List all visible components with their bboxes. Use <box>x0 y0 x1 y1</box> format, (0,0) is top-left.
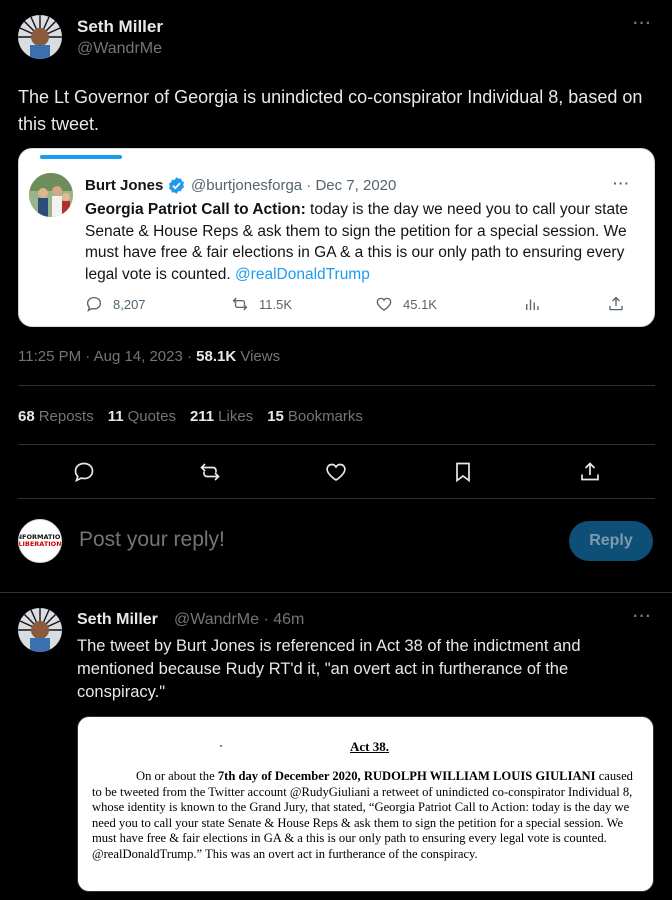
reposts-stat[interactable]: 68 Reposts <box>18 408 94 425</box>
tweet-timestamp[interactable]: 11:25 PM · Aug 14, 2023 · 58.1K Views <box>18 348 280 365</box>
mention-link[interactable]: @realDonaldTrump <box>235 266 370 283</box>
reply-author-avatar[interactable] <box>18 608 62 652</box>
reply-icon <box>74 462 94 483</box>
quoted-author-name[interactable]: Burt Jones <box>85 177 163 194</box>
quotes-label: Quotes <box>127 408 176 425</box>
media-progress-bar <box>40 155 122 159</box>
quoted-like-count: 45.1K <box>403 296 437 312</box>
bookmark-button[interactable] <box>451 460 475 484</box>
heart-icon <box>376 297 392 311</box>
doc-bold-text: 7th day of December 2020, RUDOLPH WILLIA… <box>217 769 596 783</box>
divider <box>18 498 655 499</box>
retweet-icon <box>200 463 220 481</box>
author-name[interactable]: Seth Miller <box>77 17 163 37</box>
quoted-tweet-text: Georgia Patriot Call to Action: today is… <box>85 199 630 285</box>
author-avatar[interactable] <box>18 15 62 59</box>
tweet-text: The Lt Governor of Georgia is unindicted… <box>18 87 643 134</box>
divider <box>18 385 655 386</box>
bookmarks-label: Bookmarks <box>287 408 363 425</box>
information-liberation-logo: INFORMATIONLIBERATION <box>18 534 62 548</box>
quoted-views-action[interactable] <box>523 295 541 313</box>
divider <box>18 444 655 445</box>
divider <box>0 592 672 593</box>
likes-count: 211 <box>189 408 215 425</box>
verified-badge-icon <box>168 177 185 194</box>
quoted-author-handle-date[interactable]: @burtjonesforga · Dec 7, 2020 <box>191 177 396 194</box>
doc-body: On or about the 7th day of December 2020… <box>92 769 644 863</box>
logo-line2: LIBERATION <box>18 540 62 548</box>
quotes-count: 11 <box>107 408 124 425</box>
quoted-more-options-icon[interactable]: ··· <box>613 175 630 191</box>
current-user-avatar[interactable]: INFORMATIONLIBERATION <box>18 519 62 563</box>
share-icon <box>581 462 599 481</box>
views-count: 58.1K <box>196 348 237 365</box>
bookmark-icon <box>456 462 470 483</box>
reposts-count: 68 <box>18 408 35 425</box>
quoted-tweet-card[interactable]: Burt Jones @burtjonesforga · Dec 7, 2020… <box>18 148 655 327</box>
bookmarks-count: 15 <box>267 408 284 425</box>
bookmarks-stat[interactable]: 15 Bookmarks <box>267 408 363 425</box>
quoted-share-action[interactable] <box>607 295 625 313</box>
likes-stat[interactable]: 211 Likes <box>190 408 253 425</box>
like-button[interactable] <box>324 460 348 484</box>
reply-tweet-text: The tweet by Burt Jones is referenced in… <box>77 637 581 701</box>
quoted-author-avatar[interactable] <box>29 173 73 217</box>
doc-intro: On or about the <box>136 769 218 783</box>
quoted-reply-count: 8,207 <box>113 296 146 312</box>
repost-button[interactable] <box>198 460 222 484</box>
quoted-tweet-bold-text: Georgia Patriot Call to Action: <box>85 201 306 218</box>
reply-icon <box>86 296 102 312</box>
reply-author-handle-time[interactable]: @WandrMe · 46m <box>174 611 304 629</box>
retweet-icon <box>232 297 248 311</box>
share-icon <box>609 296 623 311</box>
reply-more-options-icon[interactable]: ··· <box>633 608 652 626</box>
views-chart-icon <box>526 299 539 310</box>
quoted-retweet-action[interactable]: 11.5K <box>231 295 292 313</box>
quoted-like-action[interactable]: 45.1K <box>375 295 437 313</box>
views-label: Views <box>236 348 281 365</box>
author-handle[interactable]: @WandrMe <box>77 40 162 58</box>
reposts-label: Reposts <box>38 408 94 425</box>
reply-author-name[interactable]: Seth Miller <box>77 611 158 629</box>
doc-speck <box>220 745 222 747</box>
share-button[interactable] <box>578 460 602 484</box>
quoted-reply-action[interactable]: 8,207 <box>85 295 146 313</box>
reply-button[interactable] <box>72 460 96 484</box>
more-options-icon[interactable]: ··· <box>633 15 652 33</box>
reply-submit-button[interactable]: Reply <box>569 521 653 561</box>
timestamp-text: 11:25 PM · Aug 14, 2023 · <box>18 348 197 365</box>
indictment-document-image[interactable]: Act 38. On or about the 7th day of Decem… <box>77 716 654 892</box>
quotes-stat[interactable]: 11 Quotes <box>108 408 176 425</box>
reply-input[interactable]: Post your reply! <box>79 528 225 552</box>
likes-label: Likes <box>218 408 254 425</box>
heart-icon <box>326 463 346 481</box>
engagement-stats: 68 Reposts 11 Quotes 211 Likes 15 Bookmarks <box>18 408 363 425</box>
quoted-retweet-count: 11.5K <box>259 296 293 312</box>
doc-title: Act 38. <box>350 739 389 754</box>
